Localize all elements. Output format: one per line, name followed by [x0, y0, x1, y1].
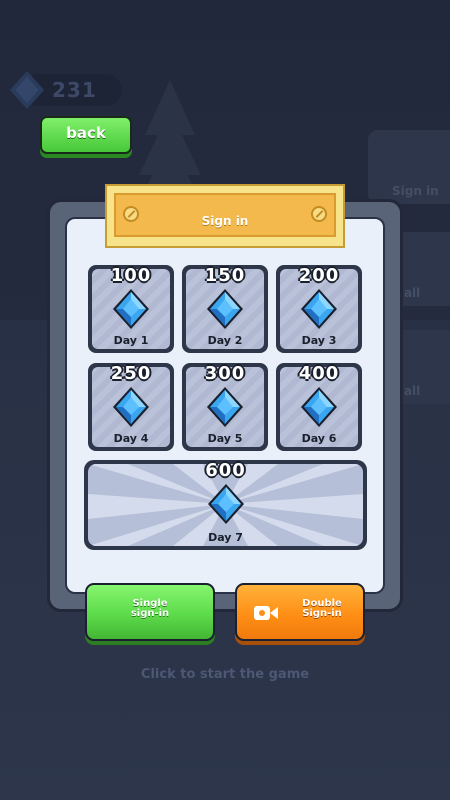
dialog-title: Sign in	[201, 214, 249, 228]
gem-count: 231	[52, 78, 97, 102]
day-card-5[interactable]: 300 Day 5	[182, 363, 268, 451]
back-button[interactable]: back	[40, 116, 132, 154]
day-label: Day 2	[207, 334, 243, 347]
day-label: Day 6	[301, 432, 337, 445]
single-sign-in-line2: sign-in	[130, 608, 170, 619]
day-card-1[interactable]: 100 Day 1	[88, 265, 174, 353]
day-card-4[interactable]: 250 Day 4	[88, 363, 174, 451]
day-card-7[interactable]: 600 Day 7	[84, 460, 367, 550]
blue-gem-icon	[113, 289, 149, 329]
reward-amount: 400	[298, 363, 340, 384]
blue-gem-icon	[208, 484, 244, 524]
blue-gem-icon	[207, 289, 243, 329]
day-label: Day 4	[113, 432, 149, 445]
day-label: Day 3	[301, 334, 337, 347]
blue-gem-icon	[9, 71, 45, 109]
reward-amount: 250	[110, 363, 152, 384]
single-sign-in-button[interactable]: Single sign-in	[85, 583, 215, 641]
gem-counter: 231	[9, 71, 122, 109]
day-card-3[interactable]: 200 Day 3	[276, 265, 362, 353]
day-label: Day 7	[208, 531, 243, 544]
reward-amount: 300	[204, 363, 246, 384]
day-label: Day 1	[113, 334, 149, 347]
double-sign-in-button[interactable]: Double Sign-in	[235, 583, 365, 641]
day-label: Day 5	[207, 432, 243, 445]
double-sign-in-line2: Sign-in	[302, 608, 342, 619]
reward-amount: 150	[204, 265, 246, 286]
blue-gem-icon	[113, 387, 149, 427]
blue-gem-icon	[207, 387, 243, 427]
dialog-title-board: Sign in	[105, 184, 345, 248]
day-card-6[interactable]: 400 Day 6	[276, 363, 362, 451]
reward-amount: 100	[110, 265, 152, 286]
reward-amount: 200	[298, 265, 340, 286]
blue-gem-icon	[301, 387, 337, 427]
blue-gem-icon	[301, 289, 337, 329]
reward-amount: 600	[205, 460, 246, 481]
video-camera-icon	[254, 606, 278, 620]
day-card-2[interactable]: 150 Day 2	[182, 265, 268, 353]
start-game-hint[interactable]: Click to start the game	[0, 667, 450, 682]
